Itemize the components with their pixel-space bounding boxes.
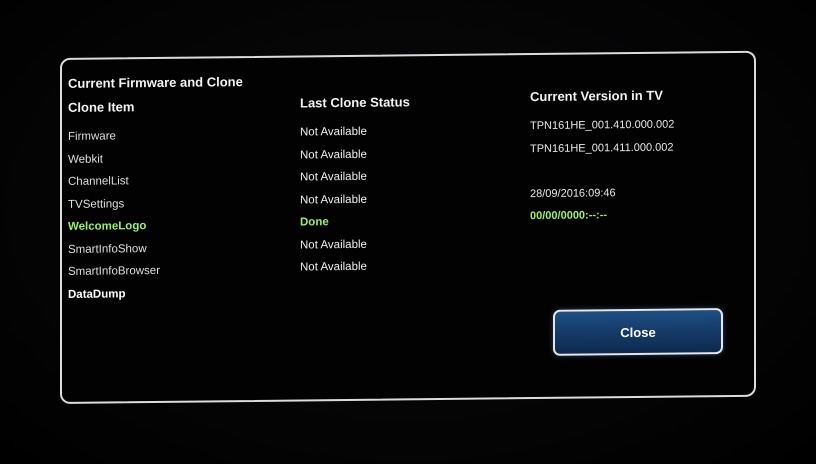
status-tvsettings: Not Available <box>300 193 367 206</box>
clone-item-list: Firmware Webkit ChannelList TVSettings W… <box>68 125 160 306</box>
clone-item-smartinfoshow: SmartInfoShow <box>68 242 147 256</box>
version-channellist <box>530 159 674 183</box>
dialog-title: Current Firmware and Clone <box>68 74 243 91</box>
version-firmware: TPN161HE_001.410.000.002 <box>530 118 675 133</box>
clone-item-smartinfobrowser: SmartInfoBrowser <box>68 264 161 278</box>
version-list: TPN161HE_001.410.000.002 TPN161HE_001.41… <box>530 114 674 228</box>
clone-item-welcomelogo: WelcomeLogo <box>68 220 147 233</box>
column-header-current-version: Current Version in TV <box>530 87 663 105</box>
status-smartinfobrowser: Not Available <box>300 260 367 274</box>
status-smartinfoshow: Not Available <box>300 238 367 251</box>
version-webkit: TPN161HE_001.411.000.002 <box>530 141 674 155</box>
clone-item-datadump: DataDump <box>68 287 126 301</box>
tv-screen: Current Firmware and Clone Clone Item La… <box>0 0 816 464</box>
status-webkit: Not Available <box>300 148 367 161</box>
version-tvsettings: 28/09/2016:09:46 <box>530 186 616 200</box>
clone-dialog: Current Firmware and Clone Clone Item La… <box>60 50 756 404</box>
status-welcomelogo: Done <box>300 216 329 229</box>
status-firmware: Not Available <box>300 125 367 139</box>
version-welcomelogo: 00/00/0000:--:-- <box>530 209 608 223</box>
column-header-clone-item: Clone Item <box>68 99 135 115</box>
column-header-last-clone-status: Last Clone Status <box>300 94 410 111</box>
clone-item-tvsettings: TVSettings <box>68 197 125 211</box>
clone-item-firmware: Firmware <box>68 130 116 143</box>
close-button[interactable]: Close <box>553 308 723 356</box>
clone-item-channellist: ChannelList <box>68 175 129 188</box>
clone-status-list: Not Available Not Available Not Availabl… <box>300 121 367 279</box>
clone-item-webkit: Webkit <box>68 153 103 166</box>
status-channellist: Not Available <box>300 170 367 184</box>
